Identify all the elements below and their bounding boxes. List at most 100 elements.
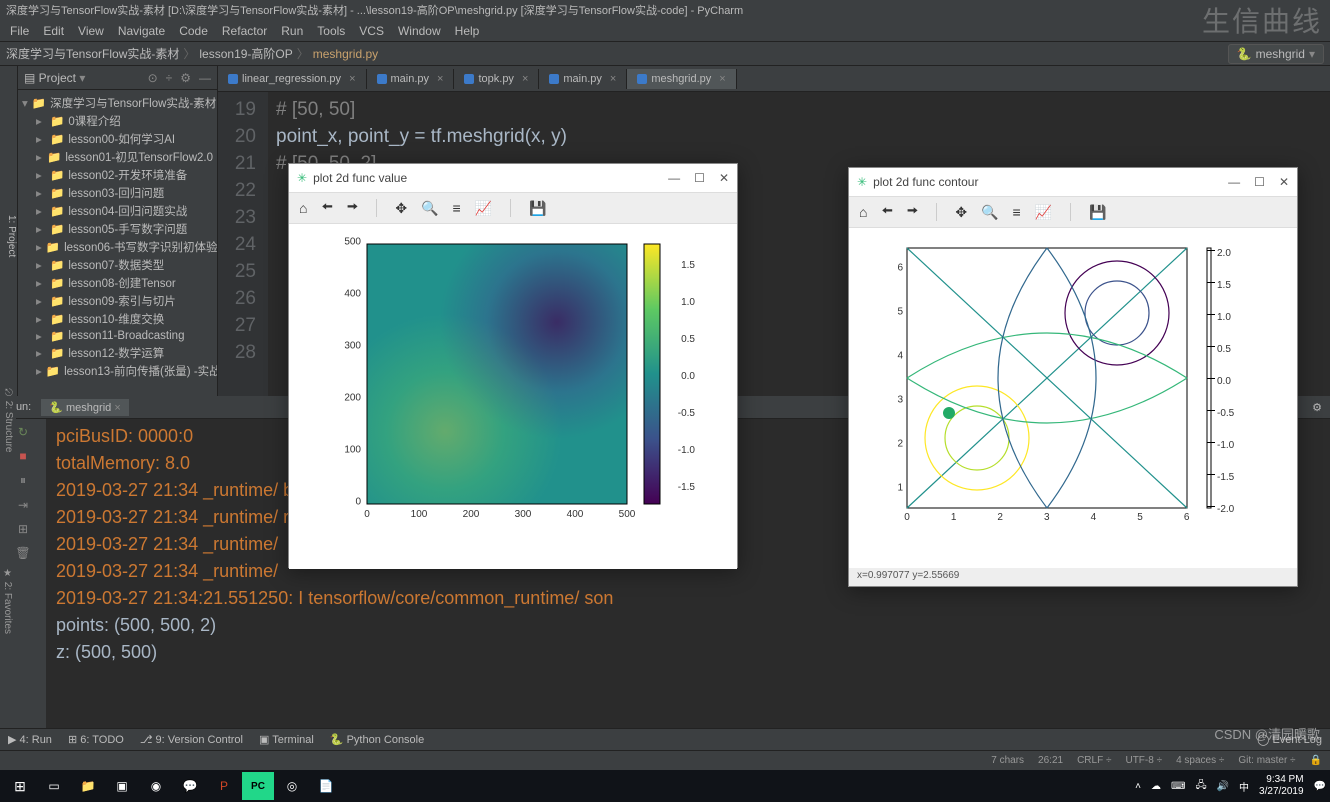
tree-item[interactable]: ▸📁0课程介绍 xyxy=(18,112,217,130)
menu-tools[interactable]: Tools xyxy=(311,22,351,40)
tray-up-icon[interactable]: ˄ xyxy=(1135,781,1141,792)
status-item[interactable]: 4 spaces ÷ xyxy=(1176,755,1224,766)
close-icon[interactable]: × xyxy=(522,73,528,85)
menu-view[interactable]: View xyxy=(72,22,110,40)
menu-refactor[interactable]: Refactor xyxy=(216,22,273,40)
home-icon[interactable]: ⌂ xyxy=(299,200,307,216)
tree-item[interactable]: ▸📁lesson10-维度交换 xyxy=(18,310,217,328)
mpl1-titlebar[interactable]: ✳plot 2d func value — ☐ ✕ xyxy=(289,164,737,192)
notepad-icon[interactable]: 📄 xyxy=(310,772,342,800)
tool-window-button[interactable]: ▣ Terminal xyxy=(259,733,314,746)
configure-icon[interactable]: ≡ xyxy=(1012,204,1020,220)
editor-tab[interactable]: main.py× xyxy=(367,69,455,89)
pause-icon[interactable]: ⏸ xyxy=(20,473,26,488)
subplot-icon[interactable]: 📈 xyxy=(1035,204,1052,221)
network-icon[interactable]: 🖧 xyxy=(1195,778,1206,795)
menu-file[interactable]: File xyxy=(4,22,35,40)
breadcrumb-item[interactable]: lesson19-高阶OP xyxy=(199,45,292,62)
minimize-icon[interactable]: — xyxy=(668,171,680,185)
pan-icon[interactable]: ✥ xyxy=(395,200,407,217)
forward-icon[interactable]: 🠪 xyxy=(347,196,358,220)
subplot-icon[interactable]: 📈 xyxy=(475,200,492,217)
forward-icon[interactable]: 🠪 xyxy=(907,200,918,224)
mpl2-titlebar[interactable]: ✳plot 2d func contour — ☐ ✕ xyxy=(849,168,1297,196)
powerpoint-icon[interactable]: P xyxy=(208,772,240,800)
back-icon[interactable]: 🠨 xyxy=(321,196,332,220)
ime-icon[interactable]: 中 xyxy=(1239,779,1249,794)
file-explorer-icon[interactable]: 📁 xyxy=(72,772,104,800)
menu-run[interactable]: Run xyxy=(275,22,309,40)
status-item[interactable]: UTF-8 ÷ xyxy=(1125,755,1162,766)
run-config-selector[interactable]: 🐍 meshgrid ▾ xyxy=(1228,44,1324,64)
project-tree[interactable]: ▾📁深度学习与TensorFlow实战-素材 [深▸📁0课程介绍▸📁lesson… xyxy=(18,90,217,384)
tool-window-button[interactable]: ⊞ 6: TODO xyxy=(68,733,124,746)
tool-window-button[interactable]: ⎇ 9: Version Control xyxy=(140,733,243,746)
task-view-icon[interactable]: ▭ xyxy=(38,772,70,800)
breadcrumb-item[interactable]: 深度学习与TensorFlow实战-素材 xyxy=(6,45,179,62)
cloud-icon[interactable]: ☁ xyxy=(1151,781,1161,792)
mpl-window-value[interactable]: ✳plot 2d func value — ☐ ✕ ⌂ 🠨 🠪 ✥ 🔍 ≡ 📈 … xyxy=(288,163,738,568)
save-icon[interactable]: 💾 xyxy=(1089,204,1106,221)
menu-help[interactable]: Help xyxy=(449,22,486,40)
project-header[interactable]: ▤ Project ▾ ⊙ ÷ ⚙ — xyxy=(18,66,217,90)
tree-item[interactable]: ▸📁lesson00-如何学习AI xyxy=(18,130,217,148)
breadcrumb-item[interactable]: meshgrid.py xyxy=(313,47,378,61)
tree-item[interactable]: ▸📁lesson06-书写数字识别初体验 xyxy=(18,238,217,256)
close-icon[interactable]: ✕ xyxy=(1279,175,1289,189)
tree-item[interactable]: ▸📁lesson08-创建Tensor xyxy=(18,274,217,292)
editor-tab[interactable]: topk.py× xyxy=(454,69,539,89)
date[interactable]: 3/27/2019 xyxy=(1259,786,1304,798)
favorites-tab[interactable]: ★ 2: Favorites xyxy=(0,560,15,642)
hide-icon[interactable]: — xyxy=(199,71,211,85)
pan-icon[interactable]: ✥ xyxy=(955,204,967,221)
step-icon[interactable]: ⇥ xyxy=(18,498,28,512)
status-item[interactable]: 🔒 xyxy=(1310,755,1322,766)
tree-item[interactable]: ▸📁lesson01-初见TensorFlow2.0 xyxy=(18,148,217,166)
menu-edit[interactable]: Edit xyxy=(37,22,70,40)
status-item[interactable]: 7 chars xyxy=(991,755,1024,766)
event-log-button[interactable]: ◯ Event Log xyxy=(1257,733,1322,746)
close-icon[interactable]: ✕ xyxy=(719,171,729,185)
close-icon[interactable]: × xyxy=(349,73,355,85)
tool-window-button[interactable]: 🐍 Python Console xyxy=(330,733,424,746)
status-item[interactable]: Git: master ÷ xyxy=(1238,755,1295,766)
layout-icon[interactable]: ⊞ xyxy=(18,522,28,536)
wechat-icon[interactable]: 💬 xyxy=(174,772,206,800)
tree-item[interactable]: ▸📁lesson12-数学运算 xyxy=(18,344,217,362)
tree-item[interactable]: ▸📁lesson07-数据类型 xyxy=(18,256,217,274)
tree-item[interactable]: ▾📁深度学习与TensorFlow实战-素材 [深 xyxy=(18,94,217,112)
mpl1-canvas[interactable]: 0100200300400500 0100200300400500 1.51.0… xyxy=(289,224,737,569)
structure-tab[interactable]: ⎋ 2: Structure xyxy=(0,380,16,460)
trash-icon[interactable]: 🗑 xyxy=(15,546,30,560)
maximize-icon[interactable]: ☐ xyxy=(1254,175,1265,189)
tool-window-button[interactable]: ▶ 4: Run xyxy=(8,733,52,746)
tree-item[interactable]: ▸📁lesson03-回归问题 xyxy=(18,184,217,202)
stop-icon[interactable]: ■ xyxy=(19,449,26,463)
close-icon[interactable]: × xyxy=(610,73,616,85)
collapse-icon[interactable]: ⊙ xyxy=(148,71,158,85)
left-gutter[interactable]: 1: Project xyxy=(0,66,18,396)
mpl2-canvas[interactable]: 123456 0123456 2.01.51.00.50.0-0.5-1.0-1… xyxy=(849,228,1297,568)
menu-navigate[interactable]: Navigate xyxy=(112,22,171,40)
split-icon[interactable]: ÷ xyxy=(166,71,173,85)
editor-tab[interactable]: linear_regression.py× xyxy=(218,69,367,89)
menu-code[interactable]: Code xyxy=(173,22,214,40)
tree-item[interactable]: ▸📁lesson04-回归问题实战 xyxy=(18,202,217,220)
menu-window[interactable]: Window xyxy=(392,22,447,40)
volume-icon[interactable]: 🔊 xyxy=(1217,781,1229,792)
gear-icon[interactable]: ⚙ xyxy=(180,71,191,85)
zoom-icon[interactable]: 🔍 xyxy=(421,200,438,217)
editor-tab[interactable]: main.py× xyxy=(539,69,627,89)
editor-tab[interactable]: meshgrid.py× xyxy=(627,69,736,89)
save-icon[interactable]: 💾 xyxy=(529,200,546,217)
start-button[interactable]: ⊞ xyxy=(4,772,36,800)
notification-icon[interactable]: 💬 xyxy=(1314,781,1326,792)
tree-item[interactable]: ▸📁lesson05-手写数字问题 xyxy=(18,220,217,238)
terminal-icon[interactable]: ▣ xyxy=(106,772,138,800)
tree-item[interactable]: ▸📁lesson02-开发环境准备 xyxy=(18,166,217,184)
clock[interactable]: 9:34 PM xyxy=(1259,774,1304,786)
mpl-window-contour[interactable]: ✳plot 2d func contour — ☐ ✕ ⌂ 🠨 🠪 ✥ 🔍 ≡ … xyxy=(848,167,1298,587)
run-tab[interactable]: 🐍 meshgrid × xyxy=(41,399,129,416)
zoom-icon[interactable]: 🔍 xyxy=(981,204,998,221)
status-item[interactable]: 26:21 xyxy=(1038,755,1063,766)
